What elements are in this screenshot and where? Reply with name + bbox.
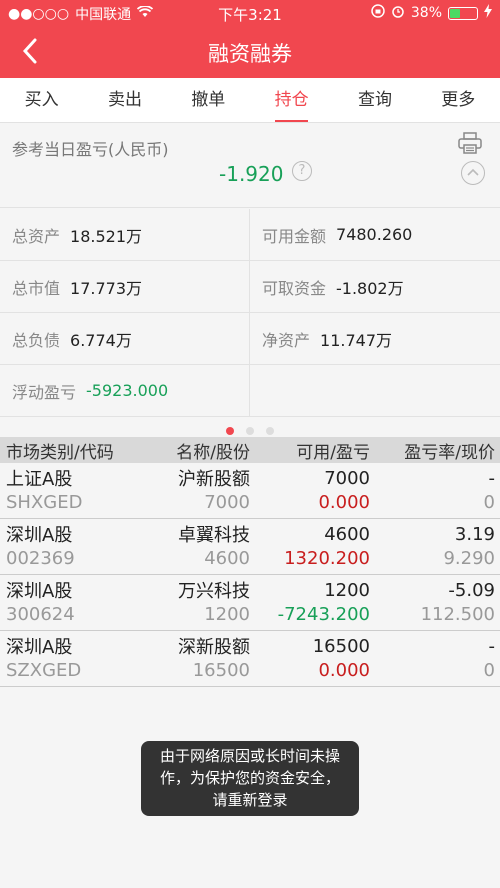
code-cell: 002369 bbox=[6, 547, 75, 569]
available-cell: 1200 bbox=[324, 579, 370, 601]
tab-sell[interactable]: 卖出 bbox=[83, 78, 166, 122]
battery-level bbox=[450, 8, 460, 18]
collapse-button[interactable] bbox=[461, 161, 485, 185]
tab-query[interactable]: 查询 bbox=[333, 78, 416, 122]
net-assets-value: 11.747万 bbox=[320, 330, 393, 350]
page-dot[interactable] bbox=[266, 427, 274, 435]
available-cell: 16500 bbox=[312, 635, 370, 657]
stock-name-cell: 卓翼科技 bbox=[178, 525, 250, 546]
total-assets-value: 18.521万 bbox=[70, 226, 143, 246]
table-row[interactable]: 深圳A股 卓翼科技 4600 3.19 002369 4600 1320.200… bbox=[0, 522, 500, 575]
help-icon[interactable]: ? bbox=[292, 161, 312, 181]
market-value: 17.773万 bbox=[70, 278, 143, 298]
daily-pl-summary: 参考当日盈亏(人民币) -1.920 ? bbox=[0, 124, 500, 208]
asset-grid: 总资产 18.521万 可用金额 7480.260 总市值 17.773万 可取资金 -… bbox=[0, 209, 500, 417]
available-cell: 7000 bbox=[324, 467, 370, 489]
market-cell: 深圳A股 bbox=[6, 581, 73, 602]
header-name-shares: 名称/股份 bbox=[176, 442, 250, 463]
withdrawable-value: -1.802万 bbox=[336, 278, 404, 298]
shares-cell: 4600 bbox=[204, 547, 250, 569]
positions-table-header: 市场类别/代码 名称/股份 可用/盈亏 盈亏率/现价 bbox=[0, 437, 500, 463]
tab-buy[interactable]: 买入 bbox=[0, 78, 83, 122]
shares-cell: 16500 bbox=[192, 659, 250, 681]
shares-cell: 7000 bbox=[204, 491, 250, 513]
chevron-up-icon bbox=[467, 168, 479, 176]
floating-pl-value: -5923.000 bbox=[86, 381, 169, 400]
toast-line: 由于网络原因或长时间未操 bbox=[159, 747, 340, 765]
stock-name-cell: 万兴科技 bbox=[178, 581, 250, 602]
daily-pl-label: 参考当日盈亏(人民币) bbox=[12, 140, 169, 159]
page-dot[interactable] bbox=[226, 427, 234, 435]
page-dot[interactable] bbox=[246, 427, 254, 435]
pl-rate-cell: - bbox=[488, 467, 496, 489]
shares-cell: 1200 bbox=[204, 603, 250, 625]
charging-icon bbox=[484, 4, 492, 22]
tab-cancel[interactable]: 撤单 bbox=[167, 78, 250, 122]
pl-cell: 0.000 bbox=[318, 491, 370, 513]
code-cell: 300624 bbox=[6, 603, 75, 625]
available-label: 可用金额 bbox=[262, 226, 327, 246]
floating-pl-label: 浮动盈亏 bbox=[12, 382, 77, 402]
rotation-lock-icon bbox=[371, 4, 385, 22]
withdrawable-label: 可取资金 bbox=[262, 278, 327, 298]
page-title: 融资融券 bbox=[208, 42, 292, 66]
market-value-label: 总市值 bbox=[12, 278, 61, 298]
price-cell: 0 bbox=[483, 659, 495, 681]
market-cell: 深圳A股 bbox=[6, 525, 73, 546]
available-cell: 4600 bbox=[324, 523, 370, 545]
pl-cell: 0.000 bbox=[318, 659, 370, 681]
toast-line: 作，为保护您的资金安全， bbox=[159, 769, 340, 787]
code-cell: SZXGED bbox=[6, 659, 82, 681]
price-cell: 112.500 bbox=[420, 603, 495, 625]
market-cell: 上证A股 bbox=[6, 469, 73, 490]
header-market-code: 市场类别/代码 bbox=[6, 442, 114, 463]
status-bar: ●●○○○ 中国联通 下午3:21 38% bbox=[0, 0, 500, 26]
liabilities-label: 总负债 bbox=[12, 330, 61, 350]
stock-name-cell: 深新股额 bbox=[178, 637, 250, 658]
tab-positions[interactable]: 持仓 bbox=[250, 78, 333, 122]
pl-rate-cell: -5.09 bbox=[448, 579, 495, 601]
header-plrate-price: 盈亏率/现价 bbox=[404, 442, 495, 463]
alarm-icon bbox=[391, 4, 405, 22]
tab-bar: 买入 卖出 撤单 持仓 查询 更多 bbox=[0, 78, 500, 123]
net-assets-label: 净资产 bbox=[262, 330, 311, 350]
available-value: 7480.260 bbox=[336, 225, 413, 244]
price-cell: 0 bbox=[483, 491, 495, 513]
toast-line: 请重新登录 bbox=[212, 791, 288, 809]
total-assets-label: 总资产 bbox=[12, 226, 61, 246]
table-row[interactable]: 深圳A股 深新股额 16500 - SZXGED 16500 0.000 0 bbox=[0, 634, 500, 687]
positions-table: 上证A股 沪新股额 7000 - SHXGED 7000 0.000 0 深圳A… bbox=[0, 463, 500, 687]
pl-cell: -7243.200 bbox=[277, 603, 370, 625]
header-available-pl: 可用/盈亏 bbox=[296, 442, 370, 463]
pl-cell: 1320.200 bbox=[284, 547, 370, 569]
daily-pl-value: -1.920 bbox=[219, 162, 284, 186]
stock-name-cell: 沪新股额 bbox=[178, 469, 250, 490]
pl-rate-cell: - bbox=[488, 635, 496, 657]
printer-icon[interactable] bbox=[458, 132, 482, 154]
nav-bar: 融资融券 bbox=[0, 26, 500, 78]
table-row[interactable]: 深圳A股 万兴科技 1200 -5.09 300624 1200 -7243.2… bbox=[0, 578, 500, 631]
liabilities-value: 6.774万 bbox=[70, 330, 132, 350]
battery-icon bbox=[448, 6, 478, 20]
pl-rate-cell: 3.19 bbox=[454, 523, 495, 545]
page-indicator bbox=[0, 420, 500, 436]
price-cell: 9.290 bbox=[443, 547, 495, 569]
battery-percent: 38% bbox=[410, 5, 442, 21]
table-row[interactable]: 上证A股 沪新股额 7000 - SHXGED 7000 0.000 0 bbox=[0, 466, 500, 519]
code-cell: SHXGED bbox=[6, 491, 83, 513]
tab-more[interactable]: 更多 bbox=[417, 78, 500, 122]
market-cell: 深圳A股 bbox=[6, 637, 73, 658]
session-timeout-toast: 由于网络原因或长时间未操 作，为保护您的资金安全， 请重新登录 bbox=[141, 741, 359, 816]
